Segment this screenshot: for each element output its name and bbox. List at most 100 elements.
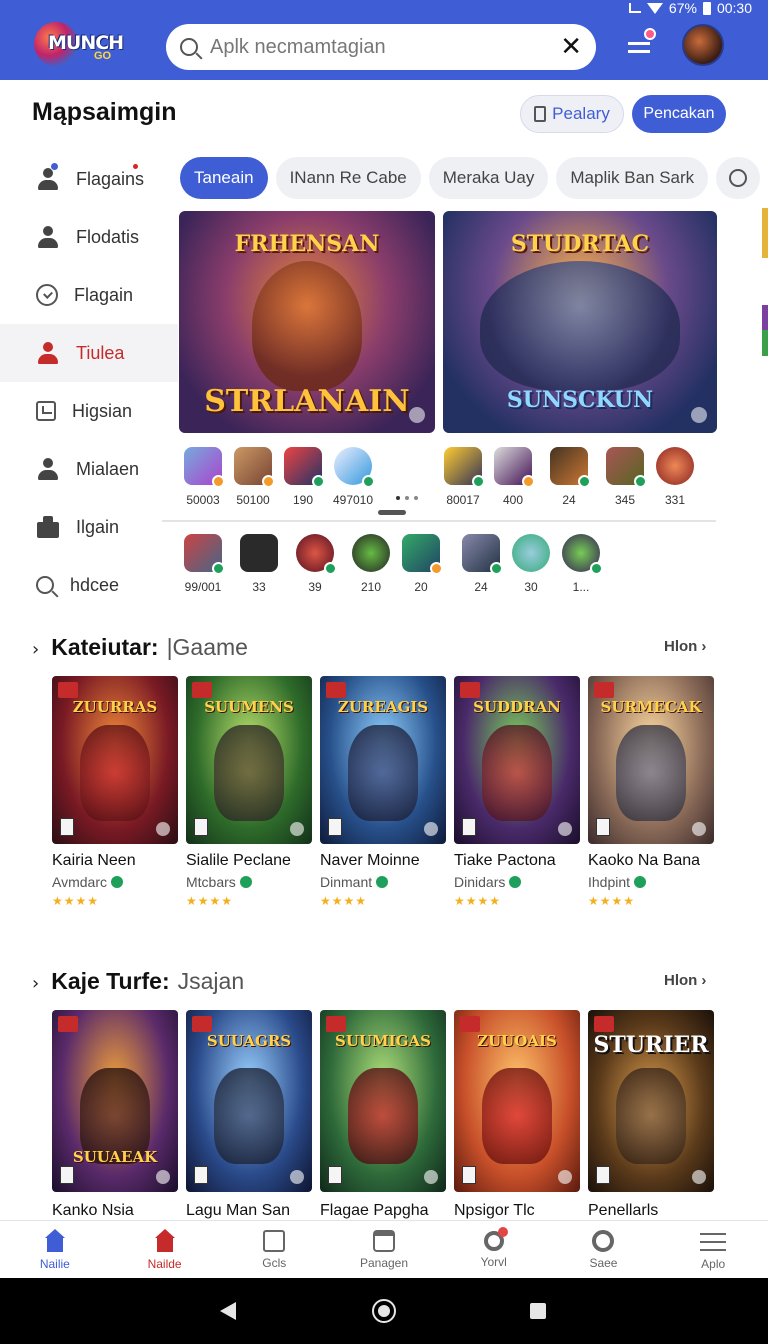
search-input[interactable] — [210, 35, 561, 59]
app-icon[interactable]: 497010 — [328, 447, 378, 507]
app-count: 24 — [562, 493, 576, 507]
app-count: 497010 — [332, 493, 374, 507]
chip-inann[interactable]: INann Re Cabe — [275, 157, 421, 199]
app-icon[interactable]: 190 — [278, 447, 328, 507]
library-button[interactable]: Pealary — [520, 95, 624, 133]
featured-banner[interactable]: FRHENSAN STRLANAIN — [179, 211, 435, 433]
home-button-icon[interactable] — [372, 1299, 396, 1323]
menu-icon — [700, 1229, 727, 1253]
expand-icon[interactable] — [290, 822, 304, 836]
close-icon[interactable]: ✕ — [560, 32, 582, 62]
sidebar-item-flagain[interactable]: Flagain — [0, 266, 178, 324]
app-icon[interactable]: 24 — [456, 534, 506, 594]
avatar[interactable] — [682, 24, 724, 66]
see-more-link[interactable]: Hlon › — [664, 638, 706, 655]
recents-icon[interactable] — [530, 1303, 546, 1319]
nav-home[interactable]: Nailie — [0, 1221, 110, 1278]
nav-saved[interactable]: Saee — [549, 1221, 659, 1278]
game-name: Kaoko Na Bana — [588, 852, 701, 869]
game-card[interactable]: SURMECAK Kaoko Na Bana Ihdpint ★★★★ — [588, 676, 714, 908]
expand-icon[interactable] — [558, 822, 572, 836]
banner-title: STUDRTAC — [510, 231, 650, 257]
app-icon[interactable]: 39 — [290, 534, 340, 594]
app-icon[interactable]: 331 — [650, 447, 700, 507]
smile-icon — [729, 169, 748, 187]
nav-label: Nailie — [39, 1256, 70, 1271]
sidebar-item-label: Higsian — [72, 400, 133, 421]
sidebar-item-higsian[interactable]: Higsian — [0, 382, 178, 440]
nav-store[interactable]: Nailde — [110, 1221, 220, 1278]
sidebar-item-hdcee[interactable]: hdcee — [0, 556, 178, 614]
game-card[interactable]: STURIER Penellarls — [588, 1010, 714, 1220]
chip-meraka[interactable]: Meraka Uay — [428, 157, 549, 199]
game-card[interactable]: ZUURRAS Kairia Neen Avmdarc ★★★★ — [52, 676, 178, 908]
battery-icon — [702, 1, 711, 15]
expand-icon[interactable] — [424, 1170, 438, 1184]
developer-name: Dinmant — [320, 874, 373, 890]
notifications-icon[interactable] — [626, 28, 656, 60]
chip-taneain[interactable]: Taneain — [180, 157, 268, 199]
section-header[interactable]: › Kateiutar: |Gaame — [32, 634, 248, 661]
expand-icon[interactable] — [691, 407, 707, 423]
app-icon[interactable]: 33 — [234, 534, 284, 594]
expand-icon[interactable] — [692, 1170, 706, 1184]
nav-calendar[interactable]: Panagen — [329, 1221, 439, 1278]
search-bar[interactable]: ✕ — [166, 24, 596, 70]
app-icon[interactable]: 20 — [396, 534, 446, 594]
expand-icon[interactable] — [290, 1170, 304, 1184]
primary-action-button[interactable]: Pencakan — [632, 95, 726, 133]
app-count: 331 — [664, 493, 686, 507]
sidebar-item-flagains[interactable]: Flagains — [0, 150, 178, 208]
app-count: 99/001 — [184, 580, 222, 594]
game-card[interactable]: SUUMENS Sialile Peclane Mtcbars ★★★★ — [186, 676, 312, 908]
app-icon[interactable]: 99/001 — [178, 534, 228, 594]
nav-label: Nailde — [147, 1256, 182, 1271]
expand-icon[interactable] — [409, 407, 425, 423]
expand-icon[interactable] — [424, 822, 438, 836]
app-icon[interactable]: 345 — [600, 447, 650, 507]
home-icon — [42, 1228, 68, 1253]
nav-games[interactable]: Gcls — [219, 1221, 329, 1278]
inbox-icon — [36, 401, 56, 421]
app-logo[interactable]: MUNCH GO — [34, 20, 142, 68]
bottom-navigation: Nailie Nailde Gcls Panagen Yorvl Saee Ap… — [0, 1220, 768, 1278]
nav-menu[interactable]: Aplo — [658, 1221, 768, 1278]
see-more-link[interactable]: Hlon › — [664, 972, 706, 989]
chip-maplik[interactable]: Maplik Ban Sark — [556, 157, 709, 199]
app-icon[interactable]: 1... — [556, 534, 606, 594]
user-add-icon — [36, 168, 60, 190]
game-card[interactable]: ZUUOAIS Npsigor Tlc — [454, 1010, 580, 1220]
app-icon[interactable]: 80017 — [438, 447, 488, 507]
more-chips-button[interactable] — [716, 157, 761, 199]
drag-handle[interactable] — [378, 510, 406, 515]
featured-banner[interactable]: STUDRTAC SUNSCKUN — [443, 211, 717, 433]
app-icon[interactable]: 30 — [506, 534, 556, 594]
back-icon[interactable] — [220, 1302, 236, 1320]
app-icon[interactable]: 400 — [488, 447, 538, 507]
app-icon[interactable]: 210 — [346, 534, 396, 594]
game-card[interactable]: SUUAEAK Kanko Nsia — [52, 1010, 178, 1220]
nav-activity[interactable]: Yorvl — [439, 1221, 549, 1278]
section-header[interactable]: › Kaje Turfe: Jsajan — [32, 968, 244, 995]
rating-stars: ★★★★ — [454, 894, 502, 908]
app-count: 190 — [292, 493, 314, 507]
expand-icon[interactable] — [156, 822, 170, 836]
chevron-right-icon: › — [32, 639, 40, 660]
app-icon[interactable]: 50003 — [178, 447, 228, 507]
divider — [162, 520, 716, 522]
game-card[interactable]: SUUAGRS Lagu Man San — [186, 1010, 312, 1220]
game-card[interactable]: SUDDRAN Tiake Pactona Dinidars ★★★★ — [454, 676, 580, 908]
search-icon — [36, 576, 54, 594]
sidebar-item-mialaen[interactable]: Mialaen — [0, 440, 178, 498]
game-card[interactable]: ZUREAGIS Naver Moinne Dinmant ★★★★ — [320, 676, 446, 908]
expand-icon[interactable] — [156, 1170, 170, 1184]
app-count: 210 — [360, 580, 382, 594]
app-icon[interactable]: 24 — [544, 447, 594, 507]
app-icon[interactable]: 50100 — [228, 447, 278, 507]
sidebar-item-tiulea[interactable]: Tiulea — [0, 324, 178, 382]
game-card[interactable]: SUUMIGAS Flagae Papgha — [320, 1010, 446, 1220]
expand-icon[interactable] — [558, 1170, 572, 1184]
sidebar-item-flodatis[interactable]: Flodatis — [0, 208, 178, 266]
sidebar-item-ilgain[interactable]: Ilgain — [0, 498, 178, 556]
expand-icon[interactable] — [692, 822, 706, 836]
